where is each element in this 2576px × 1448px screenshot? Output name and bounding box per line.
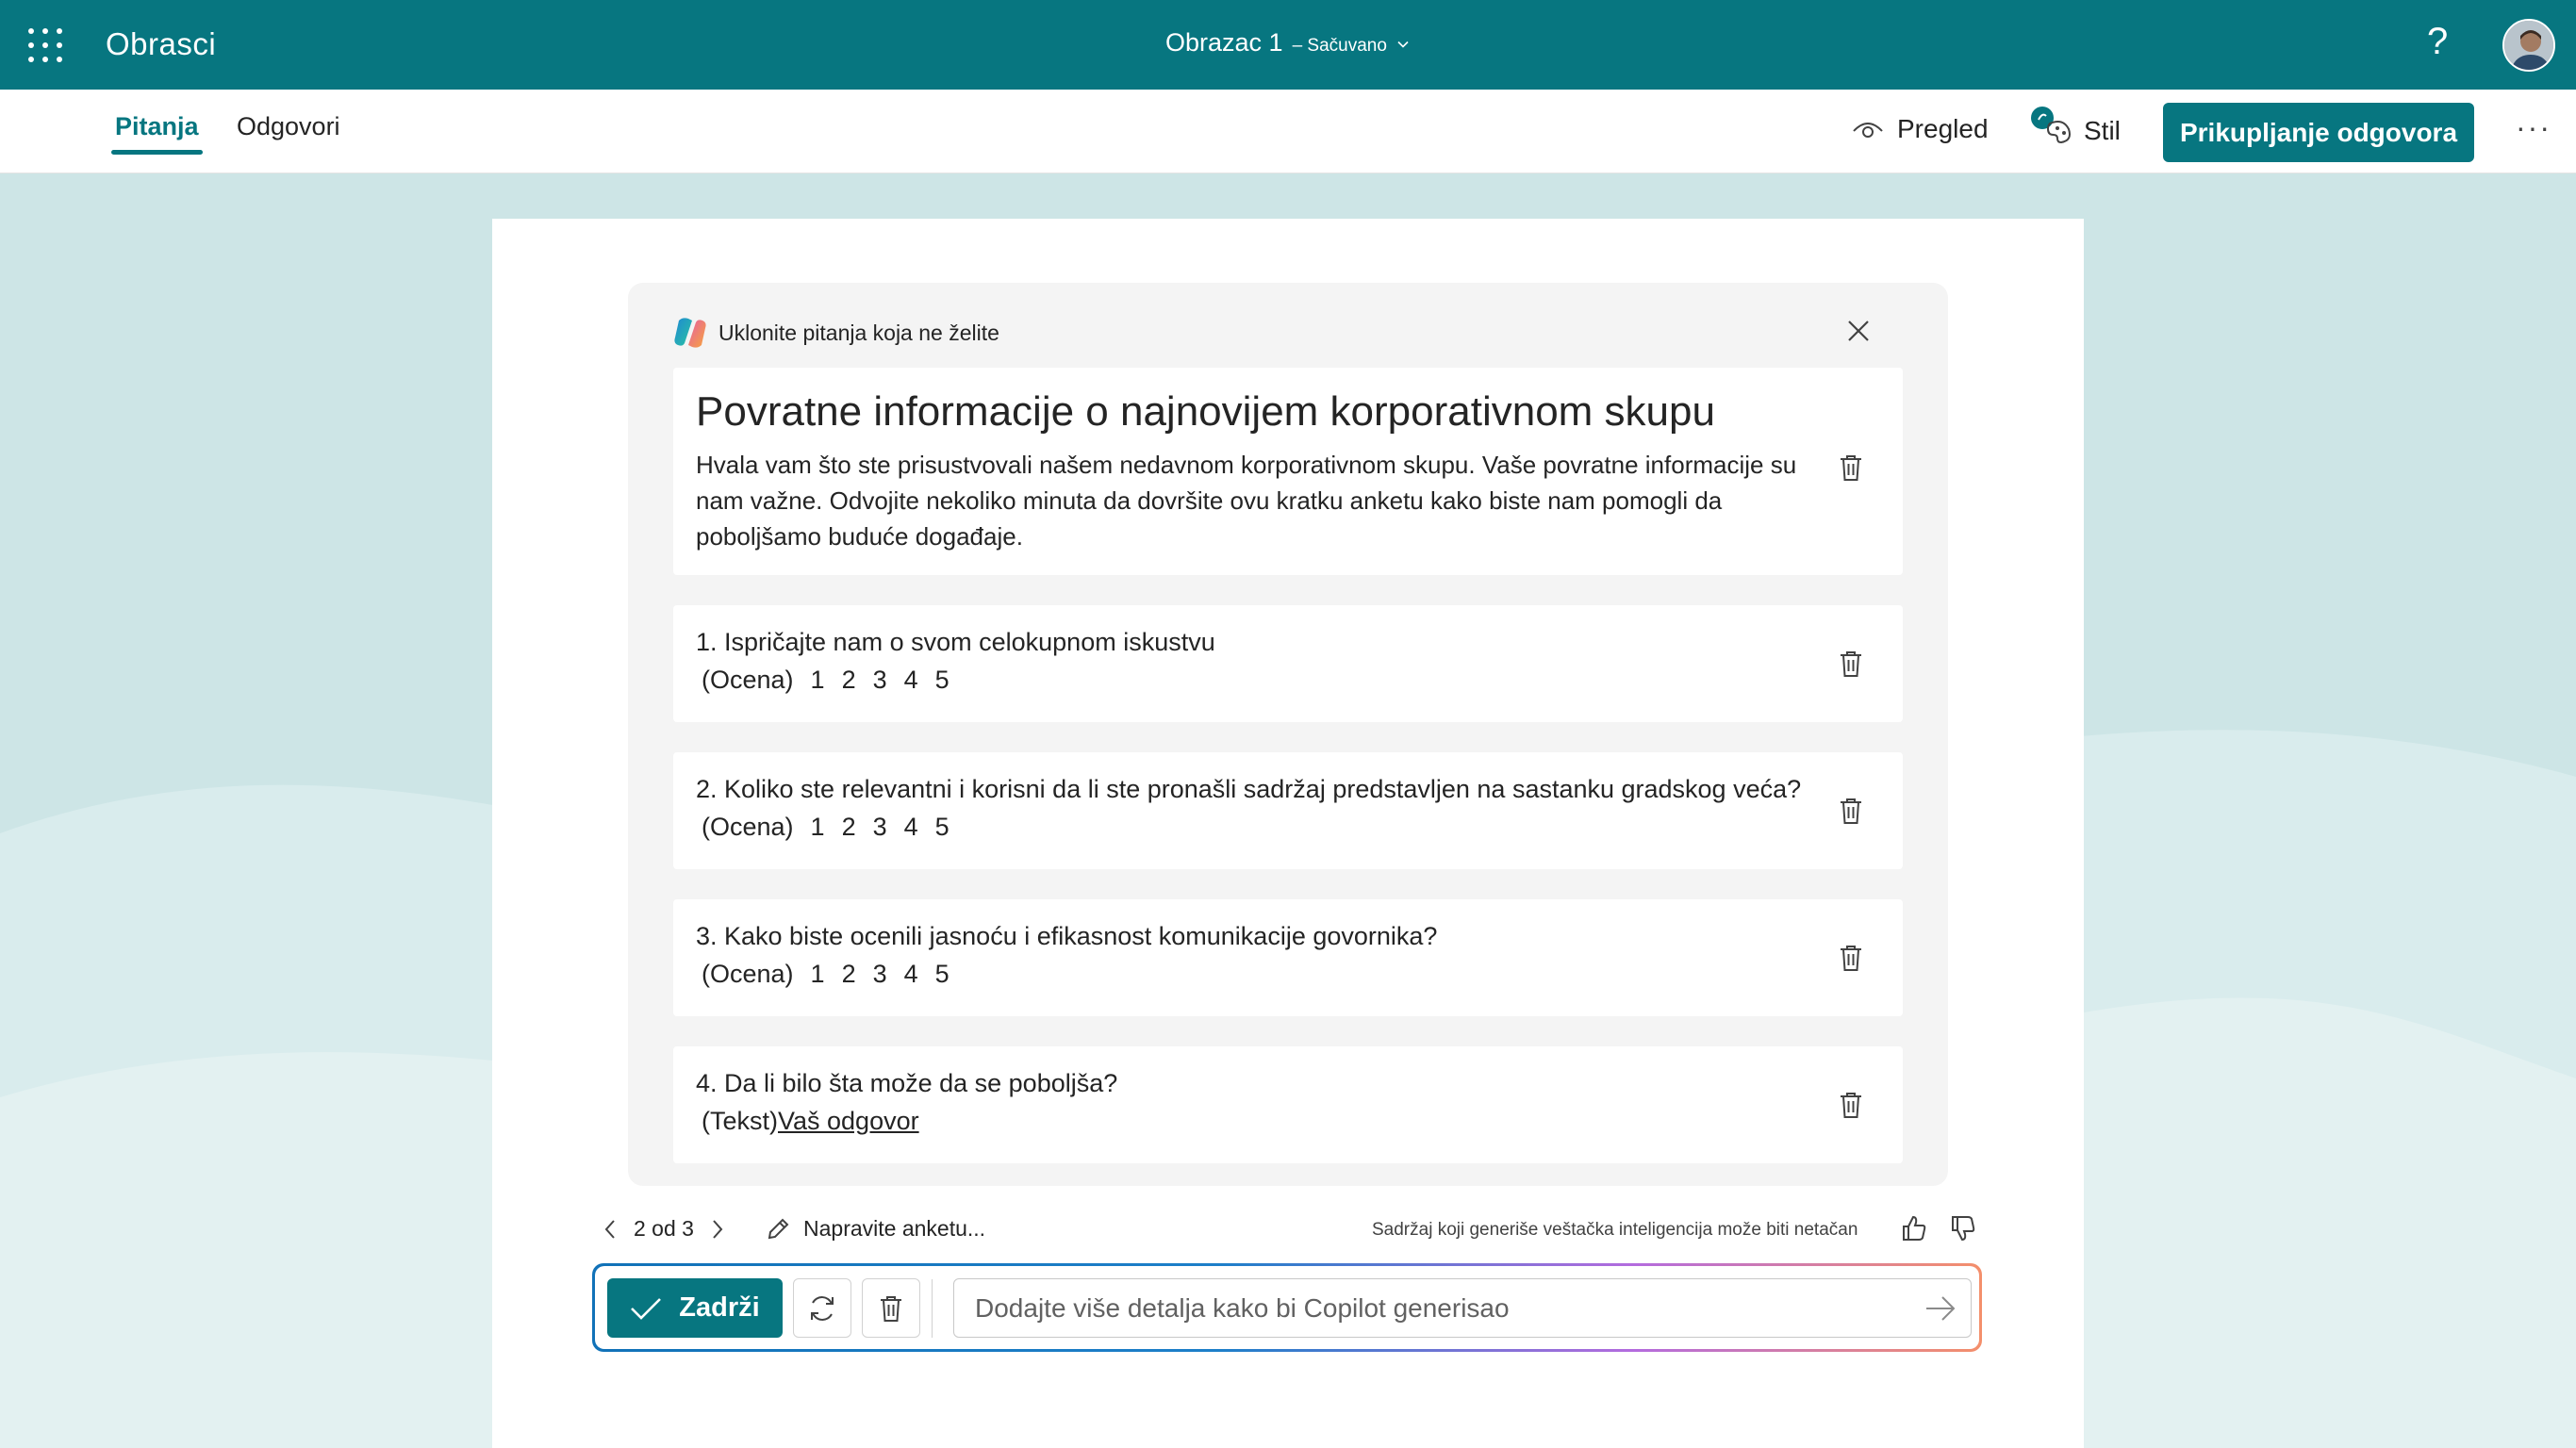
question-options: (Ocena) 1 2 3 4 5 bbox=[702, 666, 949, 695]
question-options: (Tekst) Vaš odgovor bbox=[702, 1107, 919, 1136]
checkmark-icon bbox=[631, 1297, 662, 1320]
form-title: Povratne informacije o najnovijem korpor… bbox=[696, 388, 1715, 435]
document-title-text: Obrazac 1 bbox=[1165, 28, 1283, 57]
rating-option: 1 bbox=[810, 813, 825, 841]
refresh-icon bbox=[811, 1295, 834, 1321]
question-block: 1. Ispričajte nam o svom celokupnom isku… bbox=[673, 605, 1903, 722]
palette-icon bbox=[2031, 107, 2071, 144]
rating-option: 2 bbox=[841, 666, 856, 694]
tab-responses[interactable]: Odgovori bbox=[237, 112, 340, 141]
eye-icon bbox=[1853, 123, 1883, 138]
rating-option: 4 bbox=[903, 666, 918, 694]
rating-option: 4 bbox=[903, 813, 918, 841]
collect-responses-button[interactable]: Prikupljanje odgovora bbox=[2163, 103, 2474, 162]
close-icon[interactable] bbox=[1846, 319, 1871, 343]
suggestion-pager: 2 od 3 bbox=[603, 1216, 724, 1242]
thumbs-down-icon[interactable] bbox=[1950, 1214, 1976, 1242]
question-type: (Tekst) bbox=[702, 1107, 778, 1135]
delete-icon[interactable] bbox=[1837, 452, 1865, 483]
question-text: 1. Ispričajte nam o svom celokupnom isku… bbox=[696, 628, 1215, 656]
app-launcher-icon[interactable] bbox=[28, 28, 62, 62]
copilot-suggestion-card: Uklonite pitanja koja ne želite Povratne… bbox=[628, 283, 1948, 1186]
rating-option: 1 bbox=[810, 666, 825, 694]
rating-option: 3 bbox=[872, 666, 887, 694]
discard-button[interactable] bbox=[862, 1278, 920, 1338]
question-text: 4. Da li bilo šta može da se poboljša? bbox=[696, 1069, 1118, 1097]
send-arrow-icon[interactable] bbox=[1924, 1292, 1957, 1325]
rating-option: 5 bbox=[934, 813, 949, 841]
style-button[interactable]: Stil bbox=[2029, 105, 2121, 148]
generate-prompt-text: Napravite anketu... bbox=[803, 1216, 986, 1241]
delete-icon[interactable] bbox=[1837, 943, 1865, 973]
question-options: (Ocena) 1 2 3 4 5 bbox=[702, 960, 949, 989]
question-block: 3. Kako biste ocenili jasnoću i efikasno… bbox=[673, 899, 1903, 1016]
question-type: (Ocena) bbox=[702, 960, 794, 988]
command-bar: Pitanja Odgovori Pregled Stil Prikupljan… bbox=[0, 90, 2576, 173]
form-description: Hvala vam što ste prisustvovali našem ne… bbox=[696, 451, 1797, 551]
tab-questions[interactable]: Pitanja bbox=[111, 112, 203, 155]
preview-button[interactable]: Pregled bbox=[1852, 114, 1989, 144]
rating-option: 5 bbox=[934, 666, 949, 694]
keep-label: Zadrži bbox=[679, 1292, 760, 1323]
question-text: 2. Koliko ste relevantni i korisni da li… bbox=[696, 775, 1802, 803]
question-type: (Ocena) bbox=[702, 666, 794, 694]
generate-prompt-link[interactable]: Napravite anketu... bbox=[766, 1216, 985, 1242]
regenerate-button[interactable] bbox=[793, 1278, 851, 1338]
help-icon[interactable]: ? bbox=[2427, 21, 2448, 63]
thumbs-up-icon[interactable] bbox=[1901, 1214, 1927, 1242]
delete-icon bbox=[881, 1295, 901, 1322]
prompt-input[interactable] bbox=[954, 1279, 1859, 1337]
rating-option: 3 bbox=[872, 813, 887, 841]
preview-label: Pregled bbox=[1897, 114, 1989, 143]
question-options: (Ocena) 1 2 3 4 5 bbox=[702, 813, 949, 842]
prompt-field[interactable] bbox=[953, 1278, 1972, 1338]
divider bbox=[932, 1279, 933, 1338]
style-label: Stil bbox=[2084, 116, 2121, 145]
delete-icon[interactable] bbox=[1837, 1090, 1865, 1120]
rating-option: 2 bbox=[841, 813, 856, 841]
rating-option: 3 bbox=[872, 960, 887, 988]
copilot-icon bbox=[674, 318, 706, 348]
rating-option: 1 bbox=[810, 960, 825, 988]
chevron-right-icon[interactable] bbox=[711, 1219, 724, 1240]
delete-icon[interactable] bbox=[1837, 796, 1865, 826]
document-title[interactable]: Obrazac 1 – Sačuvano bbox=[1165, 28, 1410, 58]
avatar[interactable] bbox=[2502, 19, 2555, 72]
rating-option: 2 bbox=[841, 960, 856, 988]
question-block: 2. Koliko ste relevantni i korisni da li… bbox=[673, 752, 1903, 869]
copilot-header: Uklonite pitanja koja ne želite bbox=[673, 317, 999, 349]
answer-placeholder-link: Vaš odgovor bbox=[778, 1107, 919, 1135]
question-type: (Ocena) bbox=[702, 813, 794, 841]
copilot-composer: Zadrži bbox=[592, 1263, 1982, 1352]
rating-option: 5 bbox=[934, 960, 949, 988]
keep-button[interactable]: Zadrži bbox=[607, 1278, 783, 1338]
feedback-buttons bbox=[1901, 1214, 1976, 1242]
saved-status: – Sačuvano bbox=[1292, 36, 1387, 56]
question-block: 4. Da li bilo šta može da se poboljša? (… bbox=[673, 1046, 1903, 1163]
chevron-left-icon[interactable] bbox=[603, 1219, 617, 1240]
copilot-header-text: Uklonite pitanja koja ne želite bbox=[718, 320, 999, 345]
ai-disclaimer: Sadržaj koji generiše veštačka inteligen… bbox=[1372, 1220, 1858, 1240]
delete-icon[interactable] bbox=[1837, 649, 1865, 679]
question-text: 3. Kako biste ocenili jasnoću i efikasno… bbox=[696, 922, 1438, 950]
app-header: Obrasci Obrazac 1 – Sačuvano ? bbox=[0, 0, 2576, 90]
more-options-icon[interactable]: ··· bbox=[2516, 110, 2551, 145]
chevron-down-icon bbox=[1397, 41, 1409, 48]
user-photo-icon bbox=[2504, 21, 2553, 70]
form-intro-block: Povratne informacije o najnovijem korpor… bbox=[673, 368, 1903, 575]
pencil-icon bbox=[768, 1218, 789, 1239]
rating-option: 4 bbox=[903, 960, 918, 988]
pager-count: 2 od 3 bbox=[634, 1216, 694, 1241]
app-name[interactable]: Obrasci bbox=[106, 26, 216, 62]
